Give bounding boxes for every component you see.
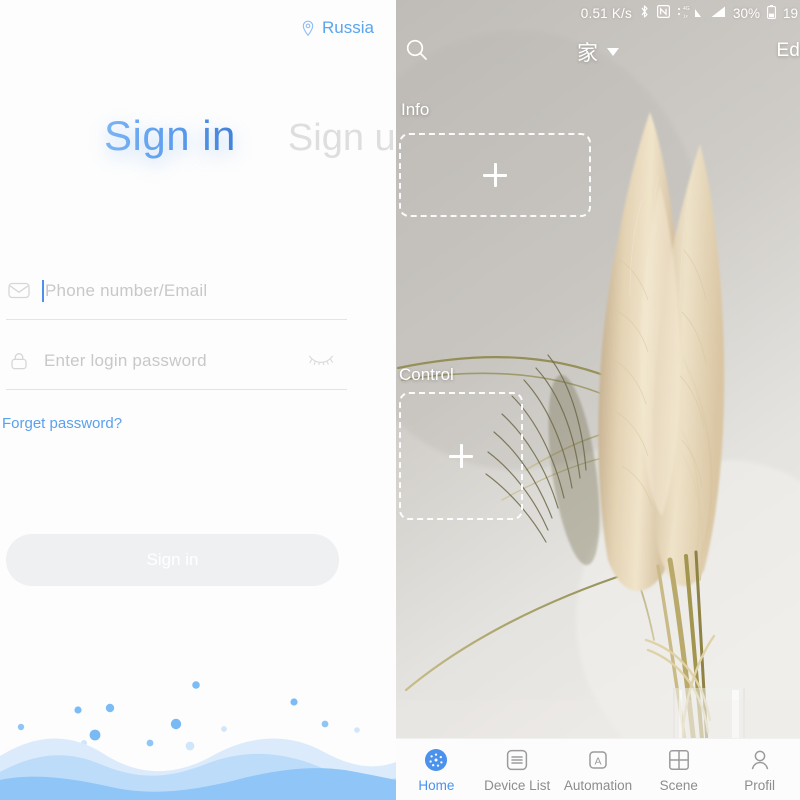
nav-label-automation: Automation (563, 777, 633, 793)
nav-item-profile[interactable]: Profil (719, 747, 800, 793)
nav-label-device-list: Device List (484, 777, 551, 793)
control-add-card[interactable] (399, 392, 523, 520)
info-section-label: Info (401, 100, 430, 119)
smart-home-app-screen: 0.51 K/s 4G 1x 30% 19 家 Ed Info Control … (396, 0, 800, 800)
phone-email-field[interactable]: Phone number/Email (6, 262, 347, 320)
auth-tabs: Sign in Sign u (0, 112, 396, 160)
sign-in-submit-button[interactable]: Sign in (6, 534, 339, 586)
home-name-label: 家 (577, 42, 598, 65)
sign-in-screen: Russia Sign in Sign u Phone number/Email (0, 0, 396, 800)
home-selector[interactable]: 家 (577, 37, 619, 67)
tab-sign-in[interactable]: Sign in (104, 112, 236, 160)
status-bar: 0.51 K/s 4G 1x 30% 19 (396, 0, 800, 26)
nfc-icon (656, 5, 670, 21)
home-dots-icon (423, 747, 449, 773)
nav-item-scene[interactable]: Scene (638, 747, 719, 793)
clock-text: 19 (782, 5, 798, 21)
svg-text:4G: 4G (683, 6, 690, 12)
eye-closed-icon[interactable] (307, 352, 335, 370)
nav-item-home[interactable]: Home (396, 747, 477, 793)
wave-decoration (0, 681, 396, 800)
bottom-navigation-bar: Home Device List A Automation Scene Prof… (396, 738, 800, 800)
password-placeholder: Enter login password (44, 350, 207, 370)
edit-button[interactable]: Edi (777, 40, 800, 62)
svg-text:A: A (594, 755, 601, 767)
bluetooth-icon (639, 4, 650, 22)
nav-label-home: Home (418, 777, 455, 793)
control-section-label: Control (399, 365, 454, 384)
search-icon[interactable] (404, 37, 430, 68)
plus-icon (483, 163, 507, 187)
login-form: Phone number/Email Enter login password (0, 262, 396, 402)
lock-icon (6, 351, 32, 371)
battery-percent-text: 30% (732, 5, 760, 21)
phone-email-placeholder: Phone number/Email (45, 280, 208, 300)
envelope-icon (6, 282, 32, 299)
tab-sign-up[interactable]: Sign u (288, 117, 396, 160)
plus-icon (449, 444, 473, 468)
list-icon (505, 747, 529, 773)
locale-label: Russia (322, 18, 374, 37)
text-caret (42, 279, 44, 302)
screenshot-root: Russia Sign in Sign u Phone number/Email (0, 0, 800, 800)
letter-a-box-icon: A (586, 747, 610, 773)
nav-label-scene: Scene (659, 777, 698, 793)
password-field[interactable]: Enter login password (6, 332, 347, 390)
locale-selector[interactable]: Russia (301, 18, 374, 38)
svg-text:1x: 1x (683, 13, 689, 18)
nav-item-device-list[interactable]: Device List (477, 747, 558, 793)
signal-bars-icon (710, 5, 726, 21)
app-header: 家 Edi (396, 33, 800, 71)
network-speed-text: 0.51 K/s (580, 5, 632, 21)
info-add-card[interactable] (399, 133, 591, 217)
forget-password-link[interactable]: Forget password? (2, 415, 122, 432)
battery-icon (767, 4, 776, 22)
person-icon (748, 747, 772, 773)
location-pin-icon (301, 20, 315, 37)
grid-icon (667, 747, 691, 773)
nav-label-profile: Profil (744, 777, 775, 793)
nav-item-automation[interactable]: A Automation (558, 747, 639, 793)
dual-sim-signal-icon: 4G 1x (677, 5, 703, 22)
chevron-down-icon (607, 48, 619, 56)
